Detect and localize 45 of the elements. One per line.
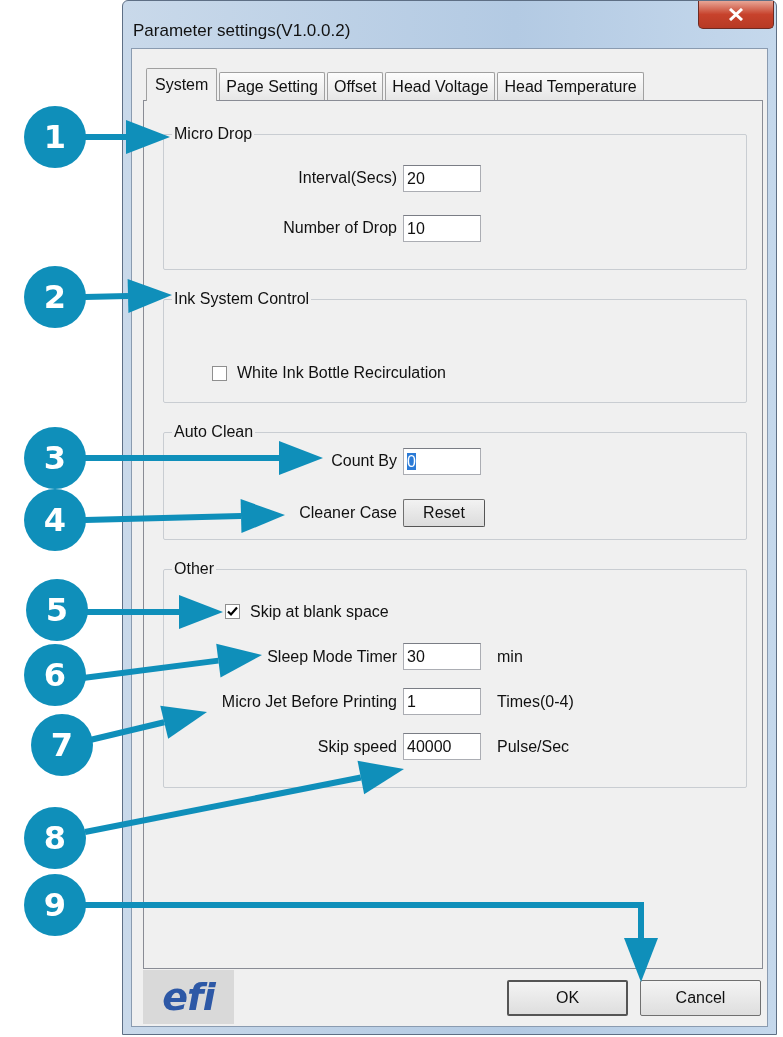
input-field[interactable]: 1 <box>403 688 481 715</box>
tab[interactable]: Head Voltage <box>385 72 496 100</box>
field-label: Cleaner Case <box>299 504 397 522</box>
logo: efi <box>143 970 234 1024</box>
callout-number: 8 <box>24 807 86 869</box>
callout-number: 4 <box>24 489 86 551</box>
input-field[interactable]: 20 <box>403 164 481 192</box>
unit-label: min <box>497 647 524 666</box>
cancel-button[interactable]: Cancel <box>640 980 761 1016</box>
unit-label: Pulse/Sec <box>497 737 571 756</box>
callout-number: 5 <box>26 579 88 641</box>
field-label: Interval(Secs) <box>298 169 397 187</box>
callout-number: 7 <box>31 714 93 776</box>
group-title: Auto Clean <box>173 423 255 441</box>
tab[interactable]: Head Temperature <box>497 72 644 100</box>
ok-button[interactable]: OK <box>507 980 628 1016</box>
tab[interactable]: System <box>146 68 218 101</box>
close-icon <box>728 8 744 21</box>
group-title: Other <box>173 560 215 578</box>
tab[interactable]: Offset <box>326 72 384 100</box>
window-title: Parameter settings(V1.0.0.2) <box>133 21 351 41</box>
group-title: Ink System Control <box>173 290 311 308</box>
unit-label: Times(0-4) <box>497 692 575 711</box>
checkbox-label: White Ink Bottle Recirculation <box>237 364 446 382</box>
checkbox[interactable] <box>225 604 240 619</box>
group-title: Micro Drop <box>173 125 254 143</box>
field-label: Sleep Mode Timer <box>267 647 397 666</box>
checkbox[interactable] <box>212 365 227 381</box>
field-label: Micro Jet Before Printing <box>221 692 397 711</box>
callout-number: 3 <box>24 427 86 489</box>
reset-button[interactable]: Reset <box>403 499 485 527</box>
callout-number: 1 <box>24 106 86 168</box>
input-field[interactable]: 40000 <box>403 733 481 760</box>
callout-number: 6 <box>24 644 86 706</box>
field-label: Number of Drop <box>283 219 397 237</box>
tab[interactable]: Page Setting <box>219 72 325 100</box>
input-field[interactable]: 30 <box>403 643 481 670</box>
callout-number: 9 <box>24 874 86 936</box>
field-label: Skip speed <box>317 737 397 756</box>
close-button[interactable] <box>698 1 774 29</box>
callout-number: 2 <box>24 266 86 328</box>
input-field[interactable]: 10 <box>403 214 481 242</box>
checkbox-label: Skip at blank space <box>250 602 389 621</box>
input-field[interactable]: 0 <box>403 447 481 475</box>
field-label: Count By <box>331 452 397 470</box>
